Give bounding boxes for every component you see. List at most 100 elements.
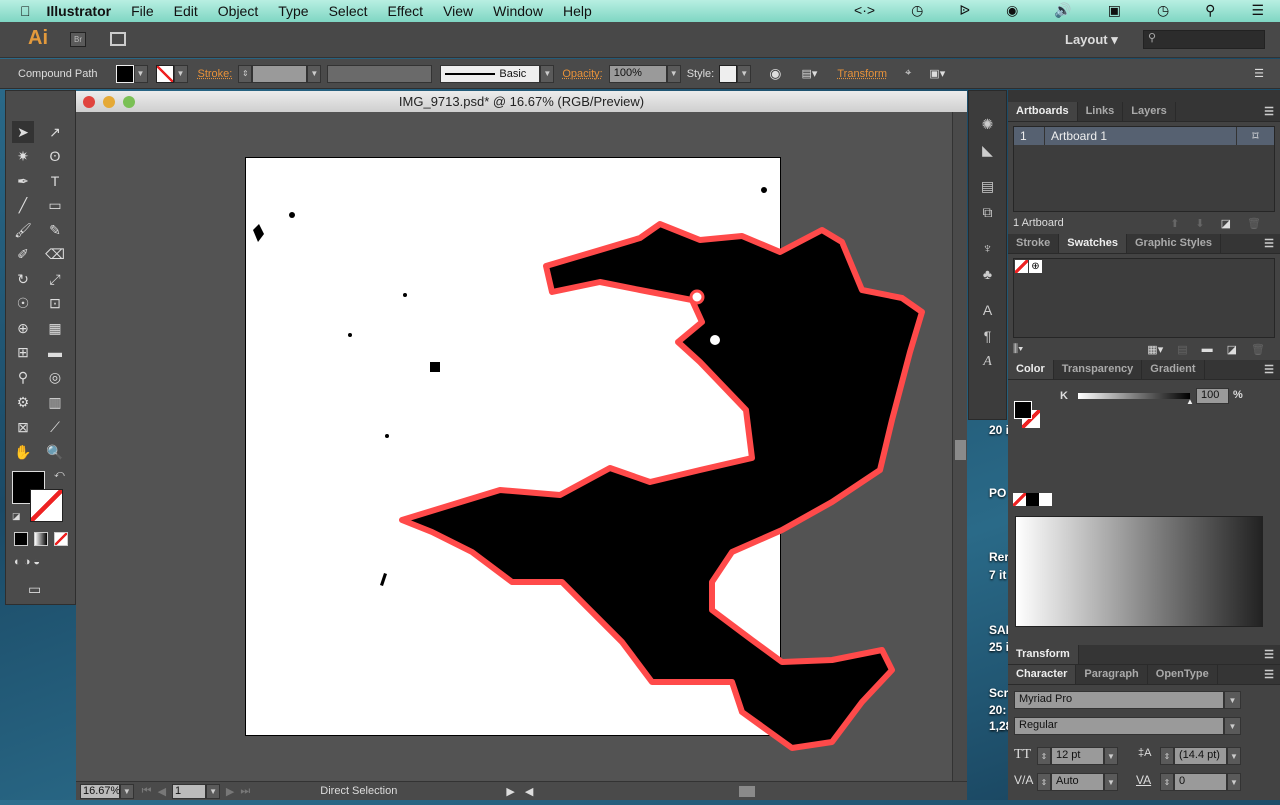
desktop-item-label[interactable]: 20: <box>989 703 1006 717</box>
drawing-mode-buttons[interactable]: ◐ ◑ ◒ <box>14 556 40 568</box>
style-dropdown[interactable]: ▼ <box>737 64 752 83</box>
spotlight-icon[interactable]: ⚲ <box>1205 2 1215 19</box>
gradient-tool[interactable]: ▬ <box>44 341 66 363</box>
last-artboard-button[interactable]: ⏭ <box>240 785 250 798</box>
k-value-field[interactable]: 100 <box>1196 388 1229 404</box>
panel-menu-icon[interactable]: ☰ <box>1264 363 1274 376</box>
kerning-stepper[interactable]: ⇕ <box>1037 773 1051 791</box>
bridge-button[interactable]: Br <box>70 32 86 47</box>
show-swatch-kinds-icon[interactable]: ▦▾ <box>1147 343 1163 356</box>
opacity-dropdown[interactable]: ▼ <box>666 64 681 83</box>
kerning-field[interactable]: Auto <box>1051 773 1104 791</box>
menu-help[interactable]: Help <box>563 3 592 19</box>
font-style-dropdown[interactable]: ▼ <box>1224 717 1241 735</box>
tab-artboards[interactable]: Artboards <box>1008 102 1078 121</box>
horizontal-scrollbar[interactable] <box>539 784 967 799</box>
blend-tool[interactable]: ◎ <box>44 366 66 388</box>
clock-icon[interactable]: ◷ <box>1157 2 1169 19</box>
delete-artboard-icon[interactable]: 🗑 <box>1247 217 1261 230</box>
fill-swatch[interactable] <box>115 64 134 83</box>
status-text[interactable]: Direct Selection <box>320 785 456 797</box>
brush-field[interactable]: Basic <box>440 64 541 83</box>
perspective-grid-tool[interactable]: ▦ <box>44 317 66 339</box>
artboard-number-dropdown[interactable]: ▼ <box>206 783 220 799</box>
shape-builder-tool[interactable]: ⊕ <box>12 317 34 339</box>
selection-tool[interactable]: ➤ <box>12 121 34 143</box>
stroke-dropdown[interactable]: ▼ <box>173 64 188 83</box>
stroke-color-box[interactable] <box>30 489 63 522</box>
free-transform-tool[interactable]: ⊡ <box>44 292 66 314</box>
arrange-documents-icon[interactable] <box>110 32 126 46</box>
desktop-item-label[interactable]: SAI <box>989 623 1009 637</box>
h-scroll-thumb[interactable] <box>739 785 756 797</box>
apple-icon[interactable]:  <box>20 3 31 19</box>
pathfinder-icon[interactable]: ⧉ <box>973 201 1003 223</box>
variable-width-field[interactable] <box>327 64 433 83</box>
rectangle-tool[interactable]: ▭ <box>44 194 66 216</box>
recolor-icon[interactable]: ◉ <box>769 65 781 82</box>
stroke-weight-field[interactable] <box>252 64 308 83</box>
line-tool[interactable]: ╱ <box>12 194 34 216</box>
panel-menu-icon[interactable]: ☰ <box>1264 648 1274 661</box>
swatch-libraries-icon[interactable]: ⫼▾ <box>1013 343 1147 356</box>
tab-links[interactable]: Links <box>1078 102 1124 121</box>
quick-none-swatch[interactable] <box>1013 493 1026 506</box>
blob-brush-tool[interactable]: ✐ <box>12 243 34 265</box>
glyphs-icon[interactable]: A <box>973 351 1003 373</box>
leading-field[interactable]: (14.4 pt) <box>1174 747 1227 765</box>
stroke-label[interactable]: Stroke: <box>198 68 233 80</box>
tab-stroke[interactable]: Stroke <box>1008 234 1060 253</box>
font-style-field[interactable]: Regular <box>1014 717 1224 735</box>
next-artboard-button[interactable]: ▶ <box>226 785 234 798</box>
font-family-dropdown[interactable]: ▼ <box>1224 691 1241 709</box>
tracking-field[interactable]: 0 <box>1174 773 1227 791</box>
isolate-icon[interactable]: ⌖ <box>905 67 911 80</box>
symbol-sprayer-tool[interactable]: ⚙ <box>12 391 34 413</box>
menu-edit[interactable]: Edit <box>174 3 198 19</box>
artboard-tool[interactable]: ⊠ <box>12 416 34 438</box>
move-up-icon[interactable]: ⬆ <box>1170 217 1179 230</box>
artboard-options-icon[interactable]: ⌑ <box>1236 127 1274 145</box>
tab-opentype[interactable]: OpenType <box>1148 665 1218 684</box>
zoom-tool[interactable]: 🔍 <box>44 441 66 463</box>
fill-dropdown[interactable]: ▼ <box>133 64 148 83</box>
tab-paragraph[interactable]: Paragraph <box>1076 665 1148 684</box>
leading-dropdown[interactable]: ▼ <box>1227 747 1241 765</box>
zoom-dropdown[interactable]: ▼ <box>120 783 134 799</box>
tab-swatches[interactable]: Swatches <box>1059 234 1127 253</box>
desktop-item-label[interactable]: 20 i <box>989 423 1009 437</box>
scroll-left-button[interactable]: ◀ <box>525 785 533 798</box>
brushes-icon[interactable]: ♆ <box>973 237 1003 259</box>
new-artboard-icon[interactable]: ◪ <box>1221 217 1231 230</box>
panel-menu-icon[interactable]: ☰ <box>1264 668 1274 681</box>
warp-tool[interactable]: ☉ <box>12 292 34 314</box>
magic-wand-tool[interactable]: ✷ <box>12 145 34 167</box>
menu-file[interactable]: File <box>131 3 154 19</box>
color-fill-box[interactable] <box>1014 401 1032 419</box>
menu-object[interactable]: Object <box>218 3 258 19</box>
delete-swatch-icon[interactable]: 🗑 <box>1251 343 1265 356</box>
panel-menu-icon[interactable]: ☰ <box>1264 105 1274 118</box>
menu-window[interactable]: Window <box>493 3 543 19</box>
none-swatch[interactable] <box>1015 260 1028 273</box>
tab-layers[interactable]: Layers <box>1123 102 1176 121</box>
status-menu-arrow[interactable]: ▶ <box>506 785 514 798</box>
desktop-item-label[interactable]: PO <box>989 486 1006 500</box>
time-machine-icon[interactable]: ◷ <box>911 2 923 19</box>
stroke-weight-dropdown[interactable]: ▼ <box>307 64 322 83</box>
font-size-dropdown[interactable]: ▼ <box>1104 747 1118 765</box>
direct-selection-tool[interactable]: ↗ <box>44 121 66 143</box>
stroke-swatch[interactable] <box>155 64 174 83</box>
tab-character[interactable]: Character <box>1008 665 1077 684</box>
eraser-tool[interactable]: ⌫ <box>44 243 66 265</box>
vertical-scrollbar[interactable] <box>952 112 967 782</box>
font-size-field[interactable]: 12 pt <box>1051 747 1104 765</box>
pencil-tool[interactable]: ✎ <box>44 219 66 241</box>
style-swatch[interactable] <box>719 64 738 83</box>
menu-effect[interactable]: Effect <box>388 3 424 19</box>
gradient-panel-icon[interactable]: ◣ <box>973 139 1003 161</box>
control-menu-icon[interactable]: ☰ <box>1254 67 1264 80</box>
volume-icon[interactable]: 🔊 <box>1054 2 1071 19</box>
artwork-compound-path[interactable] <box>76 91 967 800</box>
swap-fill-stroke-icon[interactable]: ⤺ <box>54 469 65 480</box>
